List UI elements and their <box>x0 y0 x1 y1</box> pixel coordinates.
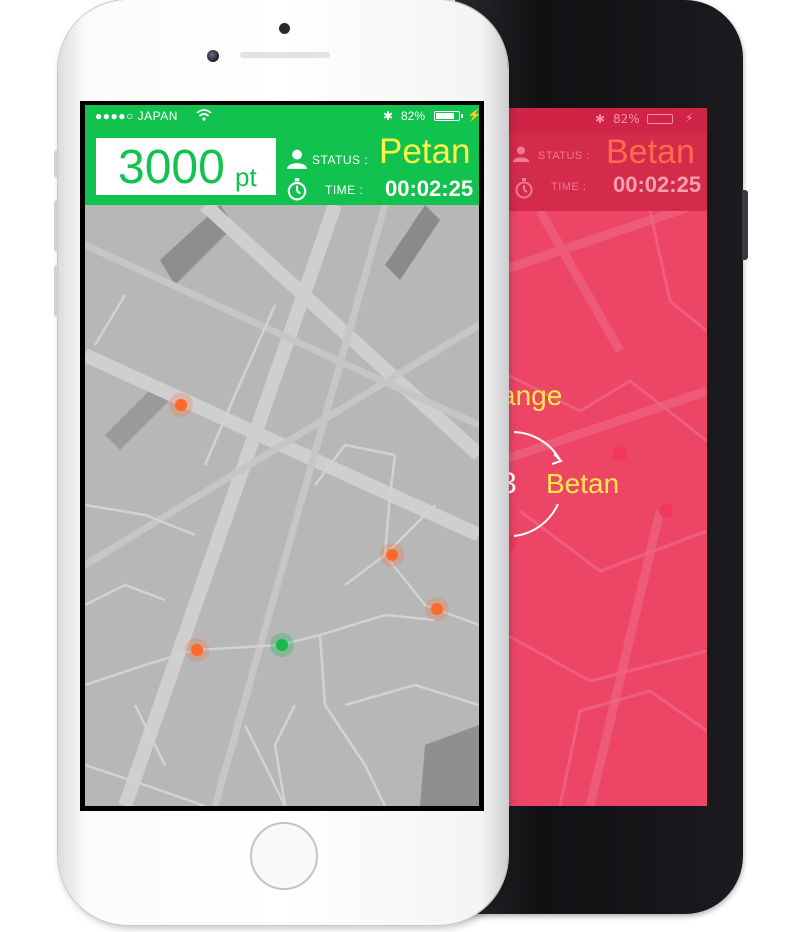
back-phone-screen: ✱ 82% ⚡ STATUS : Betan TIME : 00:02:25 a… <box>500 108 707 806</box>
back-phone-side-button <box>742 190 748 260</box>
front-phone-screen: ●●●●○ JAPAN ✱ 82% ⚡ 3000 pt STATUS: Pet… <box>80 101 484 811</box>
back-time-label: TIME : <box>551 181 587 193</box>
user-icon <box>287 149 307 169</box>
status-label: STATUS : <box>312 153 369 167</box>
wifi-icon <box>196 109 212 121</box>
back-battery-percent: 82% <box>613 112 640 126</box>
charging-icon: ⚡ <box>685 111 694 125</box>
stopwatch-icon <box>515 178 533 199</box>
score-unit: pt <box>235 162 257 192</box>
front-sensor <box>279 23 290 34</box>
back-status-bar: ✱ 82% ⚡ <box>500 108 707 133</box>
carrier-label: ●●●●○ JAPAN <box>95 109 178 123</box>
bluetooth-icon: ✱ <box>383 109 394 123</box>
time-value: 00:02:25 <box>385 176 474 201</box>
charging-icon: ⚡ <box>467 108 479 122</box>
back-status-value: Betan <box>606 133 695 171</box>
status-bar: ●●●●○ JAPAN ✱ 82% ⚡ <box>85 105 479 128</box>
back-time-value: 00:02:25 <box>613 172 702 197</box>
back-header: STATUS : Betan TIME : 00:02:25 <box>500 133 707 211</box>
back-map-marker[interactable] <box>613 447 627 461</box>
enemy-marker[interactable] <box>191 644 203 656</box>
battery-tip <box>461 114 463 118</box>
app-view: ●●●●○ JAPAN ✱ 82% ⚡ 3000 pt STATUS: Pet… <box>85 105 479 806</box>
score-value: 3000 <box>118 141 225 194</box>
change-label: ange <box>500 380 563 411</box>
enemy-marker[interactable] <box>175 399 187 411</box>
user-icon <box>512 146 530 163</box>
battery-percent: 82% <box>401 109 426 123</box>
time-label: TIME : <box>325 183 364 197</box>
battery-level <box>436 113 454 119</box>
mute-switch <box>54 150 59 178</box>
battery-icon <box>647 114 673 124</box>
battery-icon <box>434 111 460 121</box>
score-box: 3000 pt <box>96 138 276 195</box>
back-status-label: STATUS : <box>538 150 590 162</box>
back-map-marker[interactable] <box>659 504 673 518</box>
volume-up-button <box>54 200 59 252</box>
next-status-label: Betan <box>546 468 620 499</box>
earpiece-speaker <box>240 52 330 58</box>
game-header: 3000 pt STATUS : Petan TIME : 00:02:25 <box>85 128 479 205</box>
front-camera <box>207 50 219 62</box>
map-view[interactable] <box>85 205 479 806</box>
stopwatch-icon <box>287 178 307 201</box>
player-marker[interactable] <box>276 639 288 651</box>
home-button[interactable] <box>250 822 318 890</box>
enemy-marker[interactable] <box>431 603 443 615</box>
volume-down-button <box>54 265 59 317</box>
enemy-marker[interactable] <box>386 549 398 561</box>
status-value: Petan <box>379 132 471 171</box>
bluetooth-icon: ✱ <box>595 112 606 126</box>
